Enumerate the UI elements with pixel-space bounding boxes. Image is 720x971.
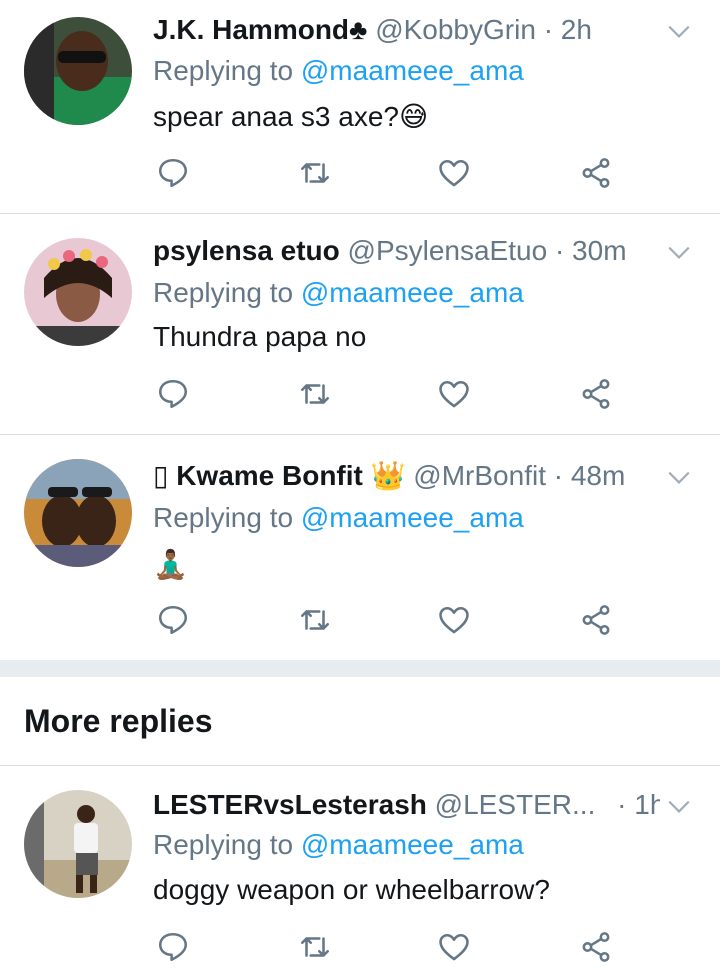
- timestamp[interactable]: 1h: [634, 789, 660, 820]
- more-replies-heading: More replies: [24, 703, 213, 739]
- timestamp[interactable]: 30m: [572, 235, 626, 266]
- author-name[interactable]: LESTERvsLesterash: [153, 789, 427, 820]
- chevron-down-icon[interactable]: [666, 239, 692, 265]
- retweet-icon[interactable]: [298, 603, 332, 637]
- mention-link[interactable]: @maameee_ama: [301, 829, 524, 860]
- share-icon[interactable]: [579, 603, 613, 637]
- timestamp[interactable]: 2h: [561, 14, 592, 45]
- tweet-text: Thundra papa no: [153, 321, 367, 352]
- avatar[interactable]: [24, 459, 132, 567]
- chevron-down-icon[interactable]: [666, 18, 692, 44]
- section-separator: [0, 660, 720, 677]
- replying-to-line: Replying to @maameee_ama: [153, 500, 524, 536]
- share-icon[interactable]: [579, 156, 613, 190]
- timestamp[interactable]: 48m: [571, 460, 625, 491]
- author-handle[interactable]: @PsylensaEtuo: [348, 235, 548, 266]
- separator-dot: ·: [554, 235, 565, 266]
- reply-icon[interactable]: [156, 603, 190, 637]
- author-name[interactable]: J.K. Hammond♣: [153, 14, 367, 45]
- reply-icon[interactable]: [156, 930, 190, 964]
- tweet-text: spear anaa s3 axe?😅: [153, 101, 429, 132]
- separator-dot: ·: [617, 789, 627, 820]
- avatar[interactable]: [24, 790, 132, 898]
- replying-label: Replying to: [153, 502, 294, 533]
- reply-tweet[interactable]: LESTERvsLesterash @LESTER... · 1h Replyi…: [0, 766, 720, 971]
- retweet-icon[interactable]: [298, 930, 332, 964]
- replying-label: Replying to: [153, 277, 294, 308]
- retweet-icon[interactable]: [298, 156, 332, 190]
- share-icon[interactable]: [579, 377, 613, 411]
- avatar[interactable]: [24, 17, 132, 125]
- author-handle[interactable]: @LESTER...: [435, 789, 596, 820]
- replying-to-line: Replying to @maameee_ama: [153, 275, 524, 311]
- mention-link[interactable]: @maameee_ama: [301, 277, 524, 308]
- avatar[interactable]: [24, 238, 132, 346]
- replying-to-line: Replying to @maameee_ama: [153, 53, 524, 89]
- reply-icon[interactable]: [156, 156, 190, 190]
- author-handle[interactable]: @MrBonfit: [413, 460, 546, 491]
- like-icon[interactable]: [437, 930, 471, 964]
- reply-tweet[interactable]: psylensa etuo @PsylensaEtuo · 30m Replyi…: [0, 214, 720, 434]
- replying-label: Replying to: [153, 829, 294, 860]
- tweet-text: 🧘🏾‍♂️: [153, 549, 188, 580]
- reply-icon[interactable]: [156, 377, 190, 411]
- tweet-text: doggy weapon or wheelbarrow?: [153, 874, 550, 905]
- like-icon[interactable]: [437, 603, 471, 637]
- like-icon[interactable]: [437, 377, 471, 411]
- separator-dot: ·: [553, 460, 564, 491]
- author-handle[interactable]: @KobbyGrin: [375, 14, 536, 45]
- chevron-down-icon[interactable]: [666, 464, 692, 490]
- share-icon[interactable]: [579, 930, 613, 964]
- separator-dot: ·: [543, 14, 554, 45]
- like-icon[interactable]: [437, 156, 471, 190]
- retweet-icon[interactable]: [298, 377, 332, 411]
- reply-tweet[interactable]: ▯ Kwame Bonfit 👑 @MrBonfit · 48m Replyin…: [0, 435, 720, 660]
- replying-label: Replying to: [153, 55, 294, 86]
- mention-link[interactable]: @maameee_ama: [301, 55, 524, 86]
- reply-tweet[interactable]: J.K. Hammond♣ @KobbyGrin · 2h Replying t…: [0, 0, 720, 213]
- author-name[interactable]: psylensa etuo: [153, 235, 340, 266]
- replying-to-line: Replying to @maameee_ama: [153, 827, 524, 863]
- mention-link[interactable]: @maameee_ama: [301, 502, 524, 533]
- chevron-down-icon[interactable]: [666, 793, 692, 819]
- author-name[interactable]: ▯ Kwame Bonfit 👑: [153, 460, 406, 491]
